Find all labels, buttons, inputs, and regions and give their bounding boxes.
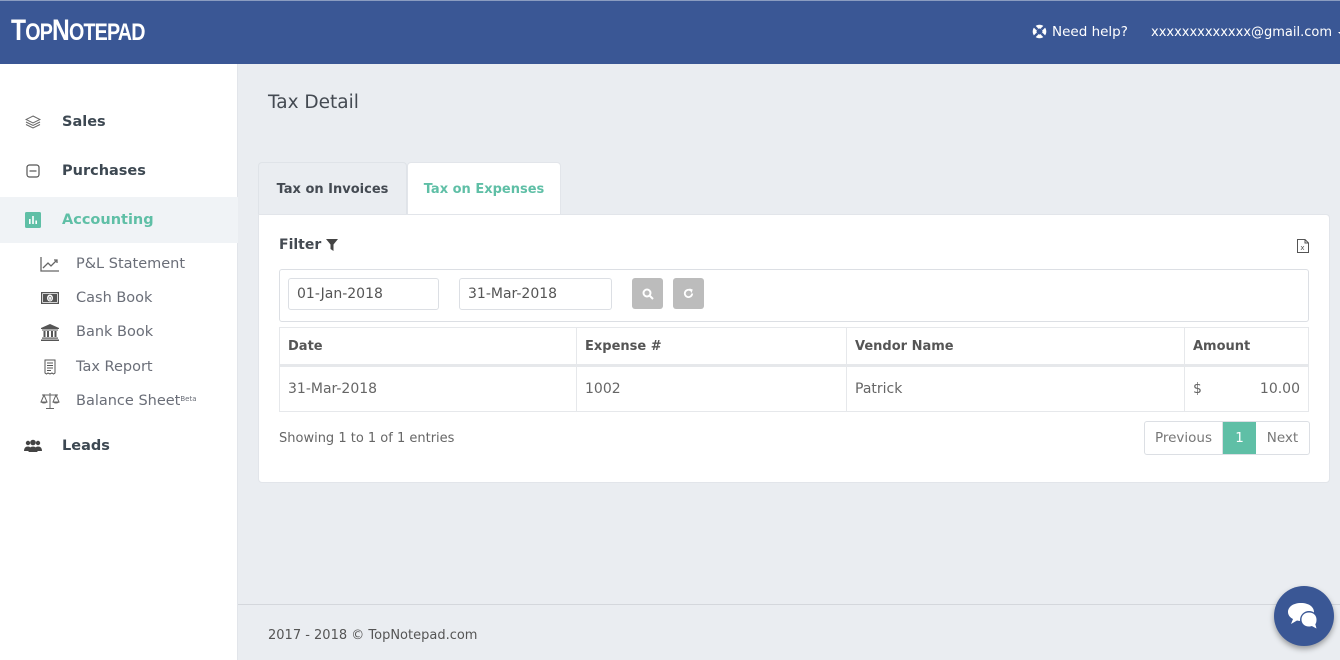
cell-amount: $10.00 bbox=[1184, 365, 1309, 412]
sidebar-subitem-tax-report[interactable]: Tax Report bbox=[0, 352, 238, 382]
balance-sheet-label: Balance Sheet bbox=[76, 393, 181, 409]
table-header-row: Date Expense # Vendor Name Amount bbox=[279, 327, 1309, 367]
sidebar-item-accounting[interactable]: Accounting bbox=[0, 197, 238, 243]
entries-info: Showing 1 to 1 of 1 entries bbox=[279, 431, 455, 446]
need-help-label: Need help? bbox=[1052, 23, 1128, 40]
bank-icon bbox=[40, 323, 60, 341]
cell-expense-no: 1002 bbox=[576, 365, 847, 412]
user-email: xxxxxxxxxxxxx@gmail.com bbox=[1151, 25, 1333, 40]
line-chart-icon bbox=[40, 255, 60, 273]
sidebar-item-label: Leads bbox=[62, 438, 110, 454]
chat-button[interactable] bbox=[1274, 586, 1334, 646]
table-row: 31-Mar-2018 1002 Patrick $10.00 bbox=[279, 365, 1309, 412]
pagination: Previous 1 Next bbox=[1144, 421, 1310, 455]
footer: 2017 - 2018 © TopNotepad.com bbox=[238, 604, 1340, 660]
column-header-date[interactable]: Date bbox=[279, 327, 577, 367]
sidebar-subitem-label: Balance SheetBeta bbox=[76, 393, 197, 409]
sidebar-subitem-pl-statement[interactable]: P&L Statement bbox=[0, 249, 238, 279]
balance-scale-icon bbox=[40, 392, 60, 410]
sidebar-subitem-cash-book[interactable]: 0 Cash Book bbox=[0, 283, 238, 313]
beta-badge: Beta bbox=[180, 395, 197, 403]
tax-expenses-table: Date Expense # Vendor Name Amount 31-Mar… bbox=[279, 327, 1309, 412]
svg-text:0: 0 bbox=[48, 296, 52, 303]
svg-text:x: x bbox=[1300, 244, 1304, 252]
life-ring-icon bbox=[1032, 24, 1047, 39]
sidebar-subitem-label: Cash Book bbox=[76, 290, 153, 306]
column-header-amount[interactable]: Amount bbox=[1184, 327, 1309, 367]
footer-copyright: 2017 - 2018 © TopNotepad.com bbox=[268, 628, 478, 643]
tab-bar: Tax on Invoices Tax on Expenses bbox=[258, 162, 561, 215]
from-date-input[interactable] bbox=[288, 278, 439, 310]
page-title: Tax Detail bbox=[268, 92, 359, 113]
sidebar-subitem-label: Tax Report bbox=[76, 359, 153, 375]
tab-tax-on-invoices[interactable]: Tax on Invoices bbox=[258, 162, 407, 215]
cell-vendor: Patrick bbox=[846, 365, 1185, 412]
column-header-vendor-name[interactable]: Vendor Name bbox=[846, 327, 1185, 367]
filter-box bbox=[279, 269, 1309, 322]
column-header-expense-no[interactable]: Expense # bbox=[576, 327, 847, 367]
sidebar: Sales Purchases Accounting P&L Statement… bbox=[0, 64, 238, 660]
user-menu-dropdown[interactable]: xxxxxxxxxxxxx@gmail.com bbox=[1151, 25, 1340, 40]
sidebar-item-sales[interactable]: Sales bbox=[0, 99, 238, 145]
currency-symbol: $ bbox=[1193, 381, 1202, 397]
export-excel-icon[interactable]: x bbox=[1297, 239, 1309, 253]
sidebar-item-purchases[interactable]: Purchases bbox=[0, 148, 238, 194]
sidebar-subitem-label: Bank Book bbox=[76, 324, 154, 340]
tab-tax-on-expenses[interactable]: Tax on Expenses bbox=[407, 162, 561, 215]
cell-date: 31-Mar-2018 bbox=[279, 365, 577, 412]
sidebar-item-label: Sales bbox=[62, 114, 106, 130]
sidebar-subitem-label: P&L Statement bbox=[76, 256, 186, 272]
money-icon: 0 bbox=[40, 289, 60, 307]
tax-expenses-panel: Filter x Date Expense # Vendor Name Amou… bbox=[258, 214, 1330, 483]
search-button[interactable] bbox=[632, 278, 663, 309]
reset-button[interactable] bbox=[673, 278, 704, 309]
amount-value: 10.00 bbox=[1259, 381, 1300, 397]
sidebar-subitem-balance-sheet[interactable]: Balance SheetBeta bbox=[0, 386, 238, 416]
logo[interactable]: TOPNOTEPAD bbox=[11, 13, 145, 51]
chat-bubbles-icon bbox=[1288, 603, 1318, 629]
users-icon bbox=[24, 437, 42, 455]
pagination-next[interactable]: Next bbox=[1256, 422, 1309, 454]
sidebar-item-label: Accounting bbox=[62, 212, 154, 228]
top-navbar: TOPNOTEPAD Need help? xxxxxxxxxxxxx@gmai… bbox=[0, 0, 1340, 64]
layers-icon bbox=[24, 113, 42, 131]
receipt-icon bbox=[40, 358, 60, 376]
pagination-page-1[interactable]: 1 bbox=[1223, 422, 1256, 454]
filter-icon bbox=[326, 239, 339, 251]
filter-label: Filter bbox=[279, 237, 322, 253]
filter-heading: Filter bbox=[279, 237, 339, 253]
search-icon bbox=[642, 288, 654, 300]
sidebar-item-leads[interactable]: Leads bbox=[0, 423, 238, 469]
sidebar-subitem-bank-book[interactable]: Bank Book bbox=[0, 317, 238, 347]
to-date-input[interactable] bbox=[459, 278, 612, 310]
minus-square-icon bbox=[24, 162, 42, 180]
bar-chart-icon bbox=[24, 211, 42, 229]
pagination-previous[interactable]: Previous bbox=[1145, 422, 1223, 454]
refresh-icon bbox=[683, 288, 694, 298]
need-help-link[interactable]: Need help? bbox=[1031, 23, 1128, 40]
sidebar-item-label: Purchases bbox=[62, 163, 146, 179]
